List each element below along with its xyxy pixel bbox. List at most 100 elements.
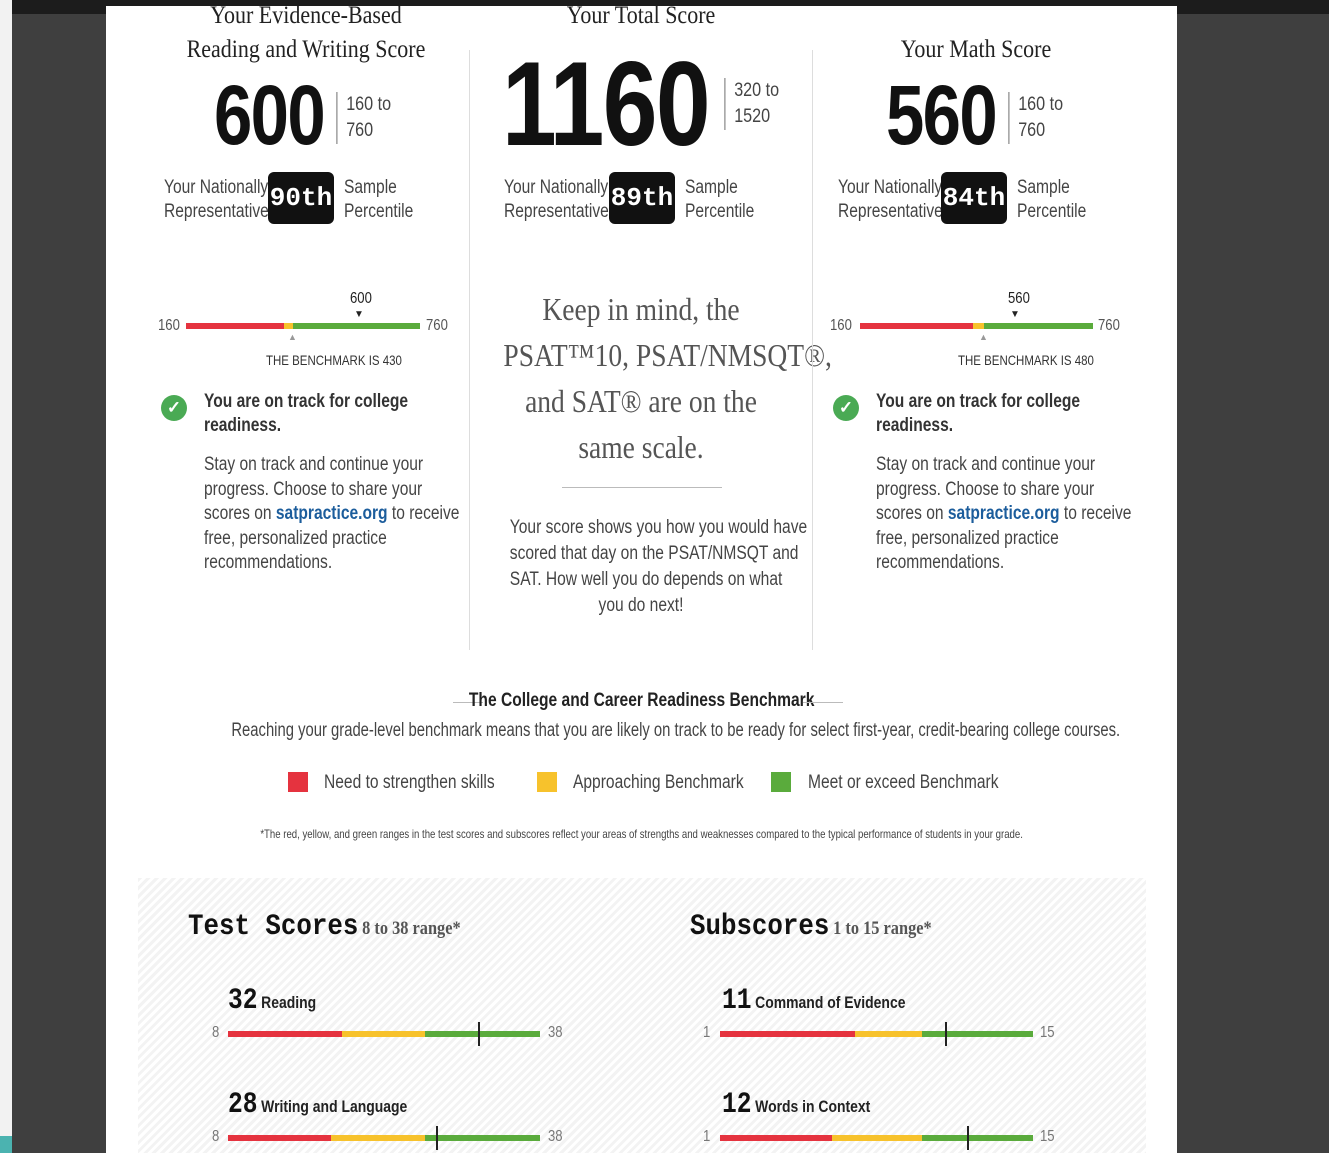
legend-green-label: Meet or exceed Benchmark — [808, 772, 999, 793]
benchmark-description-wrap: Reaching your grade-level benchmark mean… — [106, 720, 1177, 742]
reading-score-label: 32 Reading — [228, 984, 316, 1018]
words-score-label: 12 Words in Context — [722, 1088, 870, 1122]
math-range-bottom: 760 — [1018, 120, 1046, 141]
total-pct-right-2: Percentile — [685, 201, 755, 222]
reading-bar-green — [425, 1031, 540, 1037]
math-bar-max: 760 — [1098, 317, 1120, 334]
math-track-body-2: progress. Choose to share your — [876, 478, 1095, 500]
evidence-bar-green — [922, 1031, 1033, 1037]
total-score: 1160 — [502, 37, 711, 171]
math-percentile-label-right: Sample Percentile — [1017, 176, 1086, 224]
rw-bar-red — [186, 323, 284, 329]
test-scores-title: Test Scores — [188, 910, 359, 944]
reading-score: 32 — [228, 984, 258, 1018]
writing-score-label: 28 Writing and Language — [228, 1088, 407, 1122]
writing-marker — [436, 1126, 438, 1150]
rw-range-top: 160 to — [346, 94, 392, 115]
evidence-min: 1 — [703, 1024, 711, 1041]
words-max: 15 — [1040, 1128, 1055, 1145]
subscores-title: Subscores — [690, 910, 830, 944]
writing-bar-red — [228, 1135, 331, 1141]
math-pct-left-2: Representative — [838, 201, 943, 222]
benchmark-title-wrap: The College and Career Readiness Benchma… — [106, 690, 1177, 712]
rw-percentile-label-right: Sample Percentile — [344, 176, 413, 224]
rw-check-icon: ✓ — [161, 395, 187, 421]
math-bar-green — [984, 323, 1093, 329]
test-scores-range-note: 8 to 38 range* — [362, 918, 461, 939]
math-pct-left-1: Your Nationally — [838, 177, 943, 198]
words-min: 1 — [703, 1128, 711, 1145]
math-track-body-3-pre: scores on — [876, 503, 948, 524]
math-pct-right-2: Percentile — [1017, 201, 1087, 222]
total-percentile-badge: 89th — [609, 172, 675, 224]
math-marker-arrow-icon: ▼ — [1010, 309, 1020, 320]
rw-satpractice-link[interactable]: satpractice.org — [276, 503, 388, 524]
total-explain-4: you do next! — [598, 595, 684, 616]
teal-tab — [0, 1136, 12, 1153]
rw-track-body-3-post: to receive — [387, 503, 460, 524]
writing-name: Writing and Language — [261, 1097, 408, 1116]
rw-track-body-3: scores on satpractice.org to receive — [204, 502, 459, 527]
rw-score-range: 160 to 760 — [336, 92, 391, 144]
math-track-body-1: Stay on track and continue your — [876, 454, 1096, 475]
benchmark-footnote: *The red, yellow, and green ranges in th… — [260, 827, 1023, 841]
rw-heading: Reading and Writing Score — [186, 36, 426, 63]
evidence-max: 15 — [1040, 1024, 1055, 1041]
total-pct-left-2: Representative — [504, 201, 609, 222]
total-score-range: 320 to 1520 — [724, 78, 779, 130]
evidence-score: 11 — [722, 984, 752, 1018]
writing-score: 28 — [228, 1088, 258, 1122]
words-name: Words in Context — [755, 1097, 871, 1116]
legend-yellow-label: Approaching Benchmark — [573, 772, 744, 793]
footnote-wrap: *The red, yellow, and green ranges in th… — [106, 825, 1177, 843]
legend-yellow-swatch — [537, 772, 557, 792]
math-marker-value: 560 — [1008, 290, 1030, 307]
math-score: 560 — [886, 68, 998, 162]
rw-bar-max: 760 — [426, 317, 448, 334]
score-report-page: Your Evidence-Based Reading and Writing … — [106, 6, 1177, 1153]
benchmark-description: Reaching your grade-level benchmark mean… — [231, 720, 1121, 741]
benchmark-title: The College and Career Readiness Benchma… — [468, 690, 815, 711]
reading-bar-yellow — [342, 1031, 425, 1037]
math-bar-yellow — [973, 323, 984, 329]
same-scale-note-2: PSAT™10, PSAT/NMSQT®, — [503, 337, 832, 373]
total-explain-1: Your score shows you how you would have — [509, 517, 808, 538]
total-explain-2: scored that day on the PSAT/NMSQT and — [509, 543, 799, 564]
reading-marker — [478, 1022, 480, 1046]
total-pct-left-1: Your Nationally — [504, 177, 609, 198]
rw-score: 600 — [214, 68, 326, 162]
math-satpractice-link[interactable]: satpractice.org — [948, 503, 1060, 524]
total-heading: Your Total Score — [566, 6, 716, 29]
rw-bar-min: 160 — [158, 317, 180, 334]
rw-marker-arrow-icon: ▼ — [354, 309, 364, 320]
legend-green-swatch — [771, 772, 791, 792]
rw-benchmark-arrow-icon: ▲ — [288, 332, 297, 342]
rw-benchmark-text: THE BENCHMARK IS 430 — [266, 352, 402, 368]
writing-bar-green — [425, 1135, 540, 1141]
math-track-body-3: scores on satpractice.org to receive — [876, 502, 1131, 527]
math-track-body-3-post: to receive — [1059, 503, 1132, 524]
reading-bar-red — [228, 1031, 342, 1037]
evidence-bar-yellow — [855, 1031, 922, 1037]
same-scale-note-4: same scale. — [578, 429, 704, 465]
rw-marker-value: 600 — [350, 290, 372, 307]
writing-max: 38 — [548, 1128, 563, 1145]
subscores-range-note: 1 to 15 range* — [833, 918, 932, 939]
evidence-score-label: 11 Command of Evidence — [722, 984, 905, 1018]
math-track-title: You are on track for college readiness. — [876, 390, 1080, 438]
math-bar-min: 160 — [830, 317, 852, 334]
math-range-top: 160 to — [1018, 94, 1064, 115]
math-percentile-badge: 84th — [941, 172, 1007, 224]
rw-pct-right-2: Percentile — [344, 201, 414, 222]
rw-track-body-5: recommendations. — [204, 552, 333, 573]
words-score: 12 — [722, 1088, 752, 1122]
rw-heading-top: Your Evidence-Based — [210, 6, 402, 29]
evidence-marker — [945, 1022, 947, 1046]
column-divider-right — [812, 50, 813, 650]
benchmark-title-rule-right — [803, 702, 843, 703]
evidence-bar-red — [720, 1031, 855, 1037]
rw-track-body-3-pre: scores on — [204, 503, 276, 524]
rw-percentile-badge: 90th — [268, 172, 334, 224]
reading-name: Reading — [261, 993, 317, 1012]
math-pct-right-1: Sample — [1017, 177, 1070, 198]
